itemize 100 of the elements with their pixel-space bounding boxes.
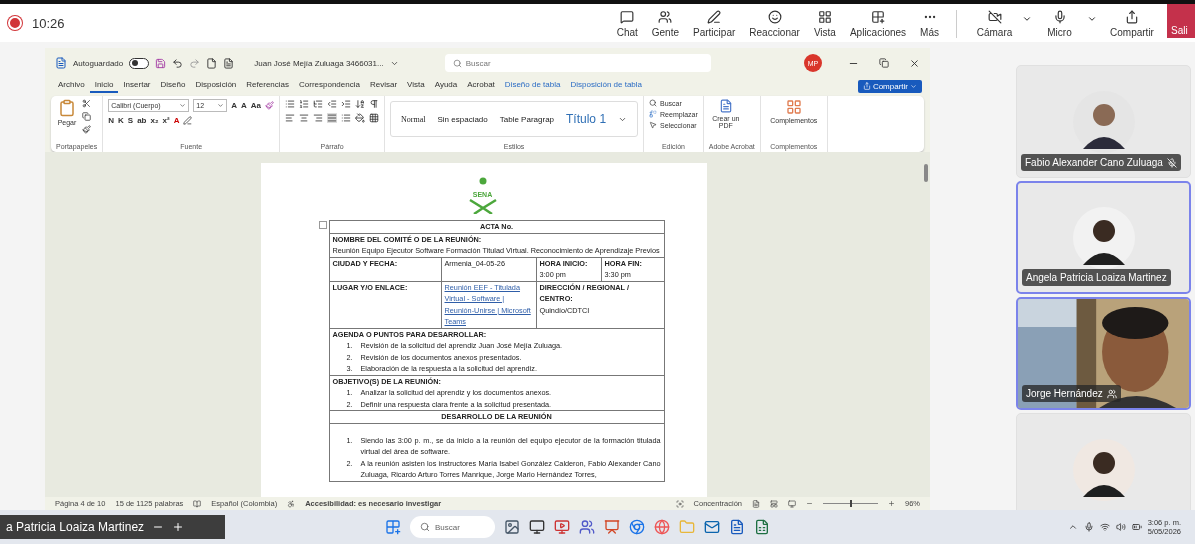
font-tool-button[interactable]: ab [137, 116, 147, 125]
new-file-icon[interactable] [206, 57, 218, 69]
ribbon-tab[interactable]: Acrobat [462, 79, 500, 93]
toolbar-button[interactable]: Participar [686, 10, 743, 42]
autosave-toggle[interactable] [129, 57, 150, 69]
ribbon-tab[interactable]: Inicio [89, 79, 119, 93]
font-tool-button[interactable]: N [108, 116, 115, 125]
format-painter-icon[interactable] [82, 125, 91, 134]
line-spacing-icon[interactable] [341, 113, 352, 123]
wifi-icon[interactable] [1099, 522, 1110, 532]
toolbar-button[interactable]: Más [913, 10, 946, 42]
zoom-in-icon[interactable] [888, 500, 895, 507]
participant-tile[interactable]: Fabio Alexander Cano Zuluaga [1016, 65, 1191, 178]
font-tool-button[interactable]: S [127, 116, 134, 125]
toolbar-button[interactable]: Reaccionar [742, 10, 807, 42]
participant-tile[interactable]: Angela Patricia Loaiza Martinez [1016, 181, 1191, 294]
ribbon-tab[interactable]: Revisar [364, 79, 403, 93]
toolbar-button[interactable]: Gente [644, 10, 687, 42]
ribbon-tab[interactable]: Diseño [155, 79, 191, 93]
toolbar-button[interactable]: Vista [806, 10, 843, 42]
teams-icon[interactable] [579, 519, 595, 535]
outdent-icon[interactable] [327, 99, 338, 109]
image-icon[interactable] [504, 519, 520, 535]
numbering-icon[interactable] [299, 99, 310, 109]
ribbon-tab[interactable]: Disposición de tabla [565, 79, 648, 93]
accessibility-icon[interactable] [287, 499, 296, 508]
style-option[interactable]: Sin espaciado [437, 114, 488, 124]
ribbon-tab[interactable]: Vista [402, 79, 430, 93]
book-icon[interactable] [193, 499, 202, 508]
ribbon-tab[interactable]: Archivo [53, 79, 90, 93]
align-right-icon[interactable] [313, 113, 324, 123]
justify-icon[interactable] [327, 113, 338, 123]
chevron-icon[interactable] [1022, 14, 1032, 24]
spreadsheet-icon[interactable] [754, 519, 770, 535]
restore-icon[interactable] [879, 58, 889, 68]
chevron-icon[interactable] [1087, 14, 1097, 24]
presentation-icon[interactable] [604, 519, 620, 535]
add-icon[interactable] [172, 521, 185, 533]
font-tool-button[interactable]: A [173, 116, 180, 125]
indent-icon[interactable] [341, 99, 352, 109]
mail-icon[interactable] [704, 519, 720, 535]
clear-format-icon[interactable] [265, 101, 275, 110]
participant-tile[interactable] [1016, 413, 1191, 510]
cut-icon[interactable] [82, 99, 91, 108]
browser-icon[interactable] [629, 519, 645, 535]
participant-tile[interactable]: Jorge Hernández [1016, 297, 1191, 410]
search-field[interactable]: Buscar [444, 54, 711, 72]
font-tool-button[interactable]: Aa [250, 101, 262, 110]
taskbar-search-field[interactable]: Buscar [410, 516, 495, 538]
font-tool-button[interactable]: A [231, 101, 238, 110]
video-player-icon[interactable] [554, 519, 570, 535]
align-left-icon[interactable] [285, 113, 296, 123]
scrollbar-thumb[interactable] [924, 164, 928, 182]
ribbon-tab[interactable]: Diseño de tabla [499, 79, 566, 93]
microphone-icon[interactable] [1083, 522, 1094, 532]
read-mode-icon[interactable] [752, 499, 760, 508]
style-option[interactable]: Table Paragrap [499, 114, 555, 124]
ribbon-tab[interactable]: Insertar [118, 79, 156, 93]
web-layout-icon[interactable] [788, 499, 796, 508]
font-tool-button[interactable]: A [241, 101, 247, 110]
style-option[interactable]: Título 1 [566, 112, 607, 126]
print-layout-icon[interactable] [770, 499, 778, 508]
font-tool-button[interactable]: x² [162, 116, 170, 125]
style-option[interactable]: Normal [401, 114, 426, 124]
pilcrow-icon[interactable] [369, 99, 380, 109]
toolbar-button[interactable]: Chat [609, 10, 645, 42]
start-icon[interactable] [385, 519, 401, 535]
zoom-out-icon[interactable] [806, 500, 813, 507]
tray-chevron-icon[interactable] [1067, 522, 1078, 532]
ribbon-tab[interactable]: Disposición [190, 79, 242, 93]
document-icon[interactable] [223, 57, 235, 69]
shading-icon[interactable] [355, 113, 366, 123]
monitor-icon[interactable] [529, 519, 545, 535]
highlight-icon[interactable] [183, 116, 193, 125]
toolbar-button[interactable]: Compartir [1097, 10, 1167, 42]
toolbar-button[interactable]: Aplicaciones [842, 10, 914, 42]
leave-button[interactable]: Sali [1167, 4, 1195, 38]
copy-icon[interactable] [82, 112, 91, 121]
globe-icon[interactable] [654, 519, 670, 535]
toolbar-button[interactable]: Cámara [967, 10, 1022, 42]
toolbar-button[interactable]: Micro [1032, 10, 1087, 42]
focus-icon[interactable] [675, 499, 684, 508]
align-center-icon[interactable] [299, 113, 310, 123]
font-tool-button[interactable]: K [118, 116, 124, 125]
sort-icon[interactable] [355, 99, 366, 109]
battery-icon[interactable] [1131, 522, 1142, 532]
ribbon-tab[interactable]: Ayuda [429, 79, 463, 93]
close-icon[interactable] [909, 57, 920, 69]
table-move-handle[interactable] [318, 221, 327, 229]
undo-icon[interactable] [172, 57, 184, 69]
share-button[interactable]: Compartir [857, 79, 922, 93]
font-tool-button[interactable]: x₂ [150, 116, 159, 125]
ribbon-tab[interactable]: Correspondencia [294, 79, 365, 93]
zoom-slider-thumb[interactable] [850, 500, 853, 507]
multilevel-list-icon[interactable] [313, 99, 324, 109]
save-icon[interactable] [155, 57, 167, 69]
borders-icon[interactable] [369, 113, 380, 123]
volume-icon[interactable] [1115, 522, 1126, 532]
bullets-icon[interactable] [285, 99, 296, 109]
ribbon-tab[interactable]: Referencias [241, 79, 294, 93]
